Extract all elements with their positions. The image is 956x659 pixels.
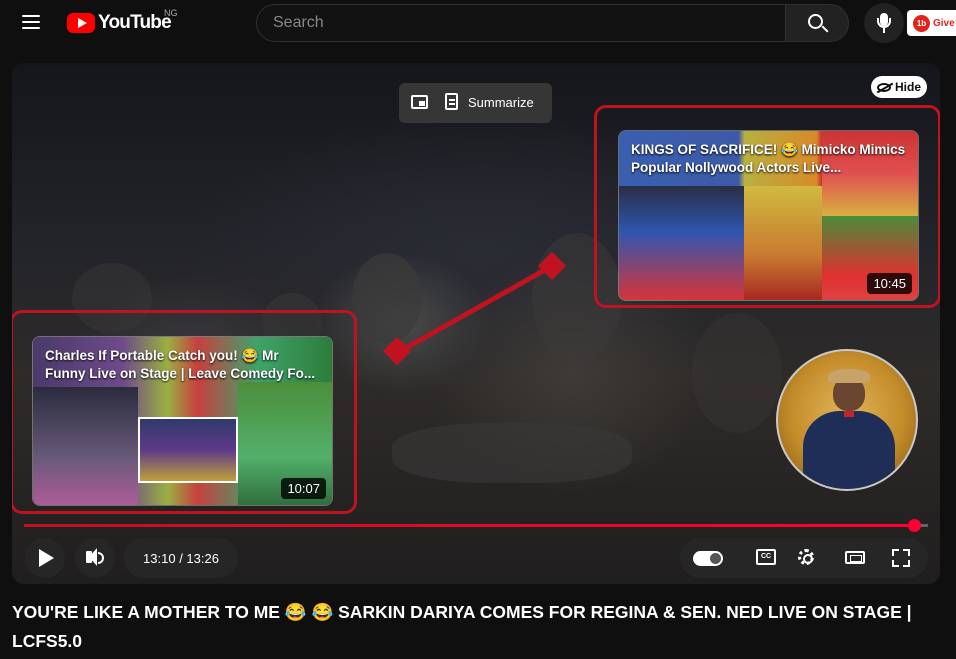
youtube-logo[interactable]: YouTube [67, 12, 172, 34]
progress-fill [24, 524, 914, 527]
card-duration: 10:07 [281, 478, 326, 499]
youtube-play-icon [67, 13, 95, 33]
extension-button[interactable]: 1b Give [907, 10, 956, 36]
settings-button[interactable] [795, 546, 819, 570]
logo-text: YouTube [98, 12, 172, 33]
settings-icon [798, 549, 814, 565]
end-card-video[interactable]: Charles If Portable Catch you! 😂 Mr Funn… [32, 336, 333, 506]
play-icon [39, 549, 54, 567]
country-code: NG [164, 8, 178, 18]
play-button[interactable] [25, 538, 65, 578]
extension-label: Give [933, 17, 955, 29]
fullscreen-icon [892, 549, 910, 567]
fullscreen-button[interactable] [889, 546, 913, 570]
subtitles-button[interactable]: CC [748, 546, 776, 570]
right-controls: CC [680, 538, 928, 578]
video-title: YOU'RE LIKE A MOTHER TO ME 😂 😂 SARKIN DA… [12, 602, 912, 651]
progress-bar[interactable] [24, 519, 928, 532]
volume-icon [86, 548, 97, 566]
voice-search-button[interactable] [864, 3, 904, 43]
theater-icon [845, 551, 865, 564]
card-duration: 10:45 [867, 273, 912, 294]
cc-icon: CC [756, 549, 776, 565]
theater-mode-button[interactable] [842, 546, 866, 570]
volume-button[interactable] [75, 538, 115, 578]
top-bar: YouTube NG 1b Give [0, 0, 956, 46]
card-title: KINGS OF SACRIFICE! 😂 Mimicko Mimics Pop… [631, 142, 906, 175]
card-title: Charles If Portable Catch you! 😂 Mr Funn… [45, 348, 316, 381]
scrubber-handle[interactable] [907, 519, 921, 532]
time-display: 13:10 / 13:26 [124, 538, 238, 578]
autoplay-toggle[interactable] [693, 551, 723, 566]
menu-icon[interactable] [22, 15, 40, 29]
channel-avatar[interactable] [776, 349, 918, 491]
extension-logo: 1b [913, 14, 930, 32]
search-input[interactable] [257, 5, 785, 41]
search-box [256, 4, 786, 42]
end-card-video[interactable]: KINGS OF SACRIFICE! 😂 Mimicko Mimics Pop… [618, 130, 919, 301]
search-button[interactable] [785, 4, 849, 42]
video-player[interactable]: Summarize Hide KINGS OF SACRIFICE! 😂 Mim… [12, 63, 940, 584]
